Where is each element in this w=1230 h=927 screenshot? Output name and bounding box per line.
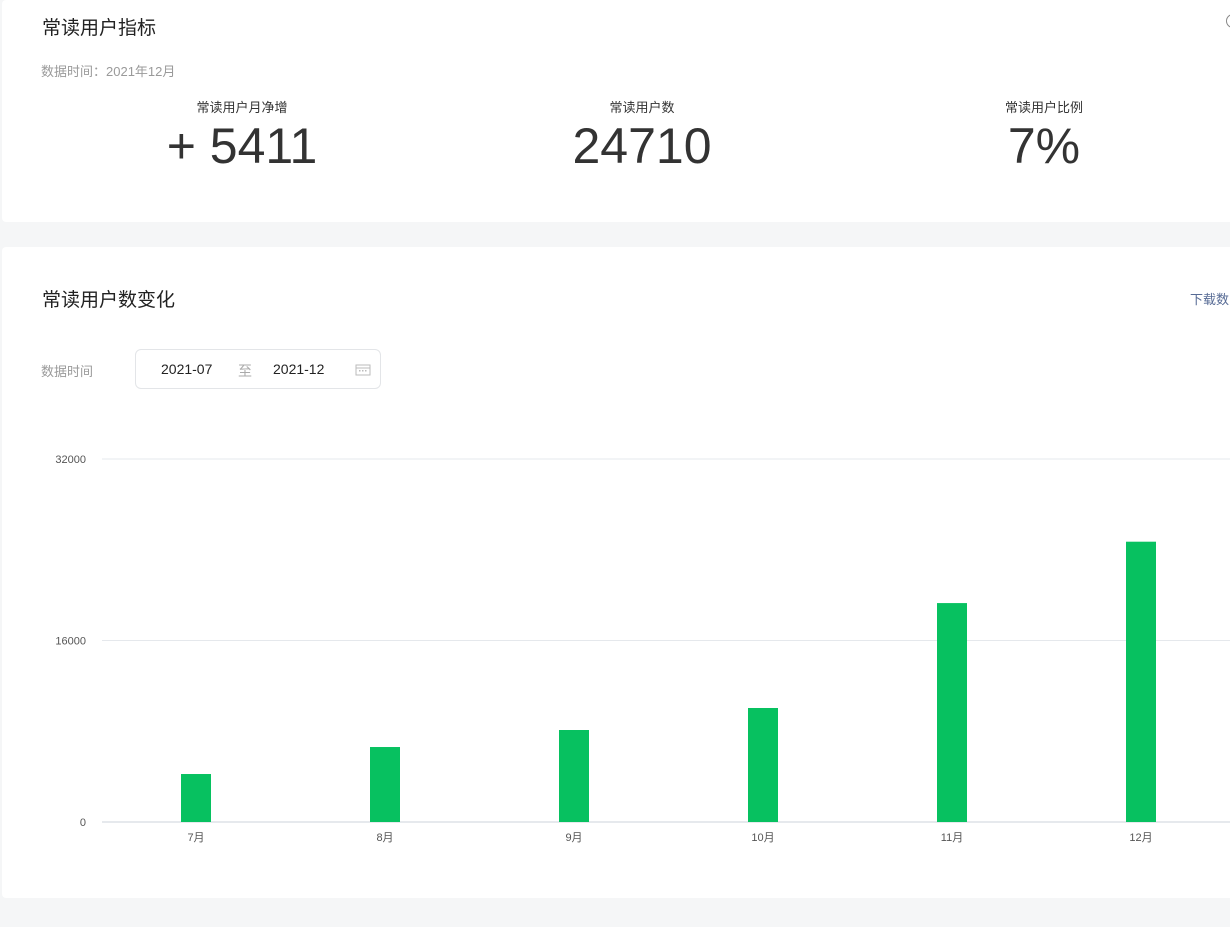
x-tick-label: 9月 bbox=[565, 832, 582, 844]
x-tick-label: 10月 bbox=[751, 832, 774, 844]
x-tick-label: 7月 bbox=[187, 832, 204, 844]
y-tick-label: 32000 bbox=[55, 454, 86, 466]
bar-7月 bbox=[181, 774, 211, 822]
y-tick-label: 0 bbox=[80, 817, 86, 829]
bar-chart: 0 16000 32000 7月 8月 9月 10月 11月 12月 bbox=[55, 454, 1230, 844]
bar-9月 bbox=[559, 730, 589, 822]
x-tick-label: 12月 bbox=[1129, 832, 1152, 844]
y-tick-label: 16000 bbox=[55, 636, 86, 648]
bar-11月 bbox=[937, 603, 967, 822]
x-tick-label: 11月 bbox=[941, 832, 963, 844]
bar-12月 bbox=[1126, 541, 1156, 822]
bar-8月 bbox=[370, 747, 400, 822]
bar-10月 bbox=[748, 707, 778, 822]
x-tick-label: 8月 bbox=[376, 832, 393, 844]
